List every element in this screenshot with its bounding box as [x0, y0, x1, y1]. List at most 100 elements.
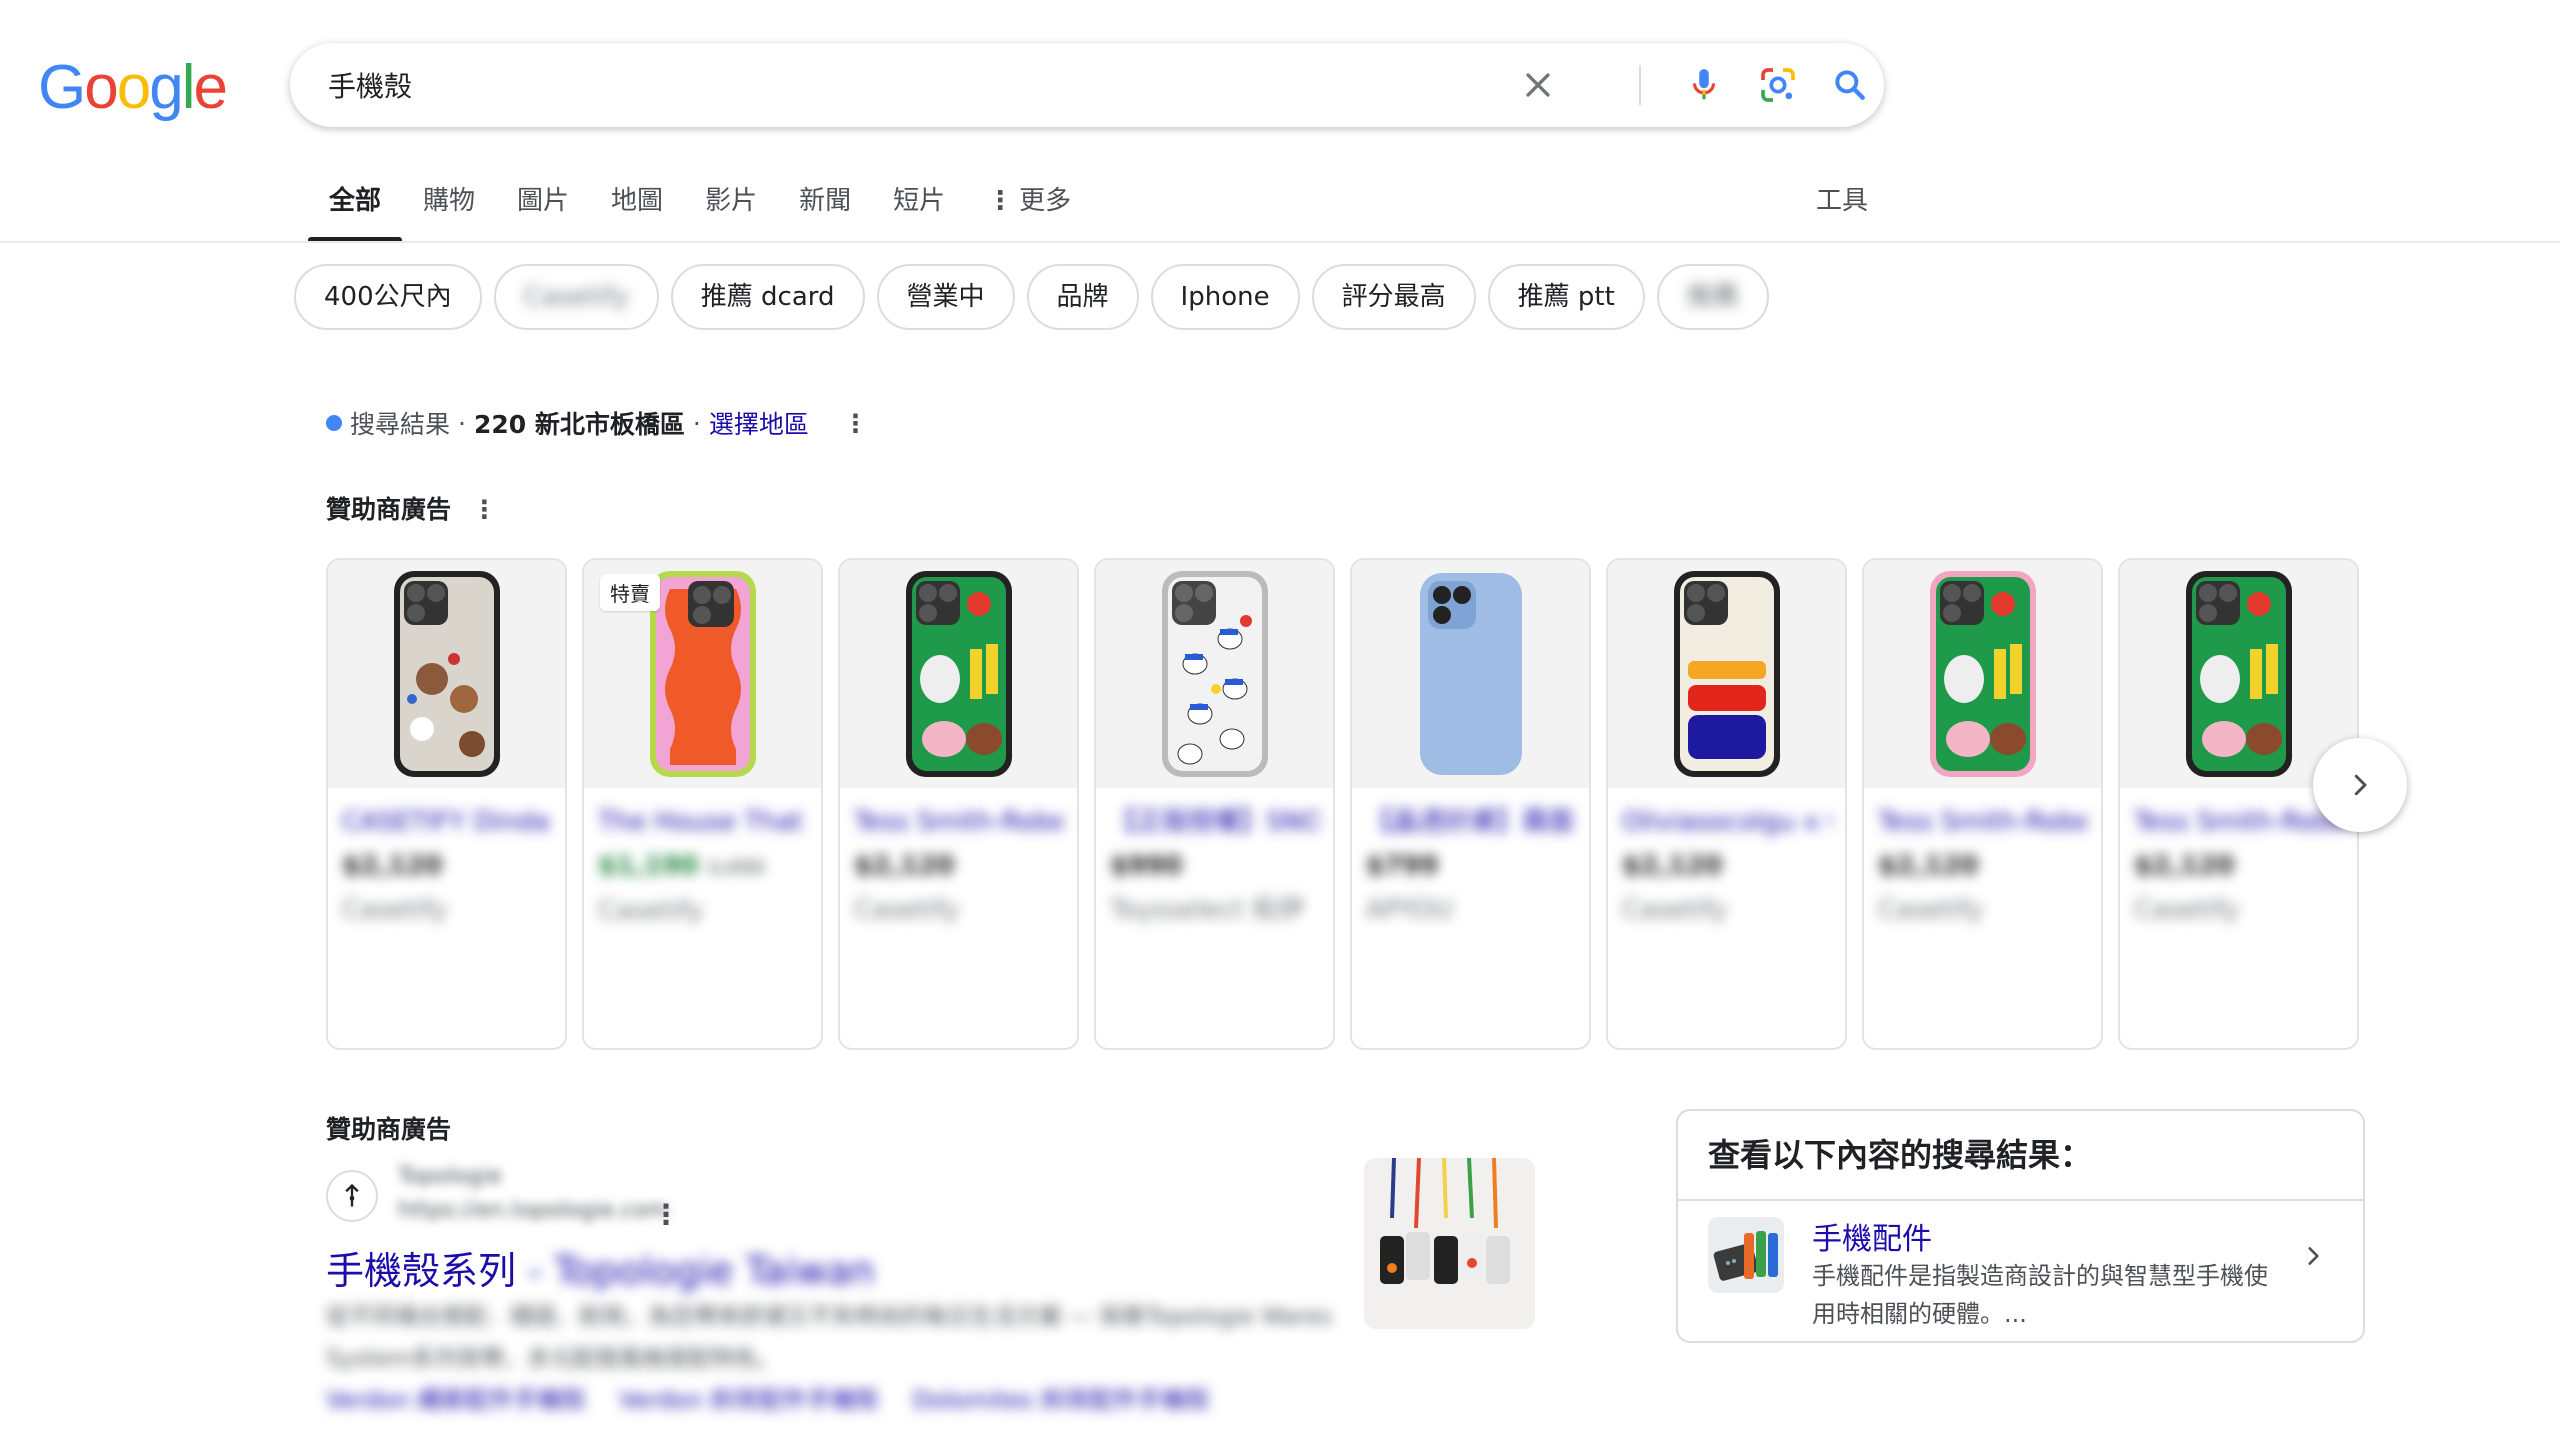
clear-icon[interactable] — [1514, 61, 1562, 109]
product-shop: APYOU — [1366, 895, 1453, 925]
ad-kebab-icon[interactable]: ⋮ — [652, 1198, 680, 1231]
mic-icon[interactable] — [1680, 61, 1728, 109]
sponsored-heading: 贊助商廣告 ⋮ — [326, 495, 497, 524]
tab-more-label: 更多 — [1019, 186, 1072, 216]
chip-recommend[interactable]: 推薦 — [1656, 264, 1769, 330]
ad-sitelink[interactable]: Verdon 斜背配件手機殼 — [619, 1386, 879, 1414]
product-image — [1608, 560, 1845, 788]
product-shop: Casetify — [2134, 895, 2240, 925]
see-results-about-box: 查看以下內容的搜尋結果： 手機配件 手機配件是指製造商設計的與智慧型手機使用時相… — [1676, 1109, 2365, 1343]
product-card[interactable]: Tess Smith-Roberts x... $2,120 Casetify — [1862, 558, 2103, 1050]
chip-casetify[interactable]: Casetify — [493, 264, 659, 330]
tab-maps[interactable]: 地圖 — [590, 178, 684, 242]
product-image — [1096, 560, 1333, 788]
ad-title-main: 手機殼系列 — [326, 1249, 517, 1293]
google-logo[interactable]: Google — [38, 52, 228, 123]
separator: · — [692, 408, 701, 438]
chevron-right-icon — [2354, 774, 2367, 796]
tabs-divider — [0, 241, 2560, 243]
topic-name-link[interactable]: 手機配件 — [1812, 1214, 1932, 1258]
product-image — [2120, 560, 2357, 788]
location-dot-icon — [326, 415, 342, 431]
product-title: 【晶透好膚】霧面透iPhone ... — [1366, 807, 1575, 837]
product-card[interactable]: 【正版授權】SNOOPY史... $990 Toysselect 拓伊 — [1094, 558, 1335, 1050]
ad-site-info[interactable]: Topologie https://en.topologie.com — [398, 1160, 668, 1228]
topic-thumbnail[interactable] — [1708, 1217, 1784, 1293]
product-title: Tess Smith-Roberts x... — [1878, 807, 2087, 837]
product-image — [840, 560, 1077, 788]
location-label: 搜尋結果 — [350, 410, 451, 439]
product-carousel: CASETIFY Dindaeng 熊... $2,120 Casetify 特… — [326, 558, 2359, 1050]
product-original-price: 1,490 — [707, 855, 765, 879]
product-title: The House That Lars Bu... — [598, 807, 807, 837]
tab-videos[interactable]: 影片 — [684, 178, 778, 242]
product-shop: Casetify — [1622, 895, 1728, 925]
product-price: $2,120 — [342, 851, 443, 881]
tab-shopping[interactable]: 購物 — [402, 178, 496, 242]
product-price: $2,120 — [1878, 851, 1979, 881]
location-area: 220 新北市板橋區 — [473, 410, 685, 439]
product-card[interactable]: 【晶透好膚】霧面透iPhone ... $799 APYOU — [1350, 558, 1591, 1050]
ad-sitelink[interactable]: Dolomites 斜背配件手機殼 — [912, 1386, 1209, 1414]
product-image — [328, 560, 565, 788]
tools-button[interactable]: 工具 — [1816, 178, 1868, 224]
product-card[interactable]: Oliviasocolgu x CASETIFY... $2,120 Caset… — [1606, 558, 1847, 1050]
product-shop: Toysselect 拓伊 — [1110, 895, 1304, 925]
chip-open-now[interactable]: 營業中 — [876, 264, 1015, 330]
product-card[interactable]: Tess Smith-Roberts x... $2,120 Casetify — [838, 558, 1079, 1050]
ad-thumbnail[interactable] — [1364, 1158, 1535, 1329]
product-sale-price: $1,190 — [598, 851, 699, 881]
product-shop: Casetify — [854, 895, 960, 925]
tab-more[interactable]: ⋮ 更多 — [966, 178, 1092, 242]
tab-news[interactable]: 新聞 — [778, 178, 872, 242]
product-card[interactable]: 特賣 The House That Lars Bu... $1,190 1,49… — [582, 558, 823, 1050]
ad-site-name: Topologie — [398, 1164, 502, 1189]
tab-all[interactable]: 全部 — [308, 178, 403, 242]
product-title: 【正版授權】SNOOPY史... — [1110, 807, 1319, 837]
chip-dcard[interactable]: 推薦 dcard — [670, 264, 865, 330]
more-kebab-icon: ⋮ — [987, 186, 1014, 216]
product-price: $990 — [1110, 851, 1183, 881]
product-image — [1864, 560, 2101, 788]
product-title: CASETIFY Dindaeng 熊... — [342, 807, 551, 837]
ad-sitelink[interactable]: Verdon 繩索配件手機殼 — [326, 1386, 586, 1414]
refinement-chips: 400公尺內 Casetify 推薦 dcard 營業中 品牌 Iphone 評… — [294, 264, 1769, 330]
sponsored-kebab-icon[interactable]: ⋮ — [472, 495, 497, 524]
search-input[interactable] — [328, 43, 1528, 127]
location-bar: 搜尋結果 · 220 新北市板橋區 · 選擇地區 ⋮ — [326, 405, 868, 441]
topologie-logo-icon — [345, 1183, 359, 1207]
ad-description: 從不同場合搭配．穩固．耐用，為您帶來舒適又不失時尚的每日生活方案 — 探索Top… — [326, 1304, 1332, 1372]
search-icon[interactable] — [1826, 61, 1874, 109]
chip-brand[interactable]: 品牌 — [1026, 264, 1139, 330]
product-shop: Casetify — [598, 896, 704, 926]
site-favicon[interactable] — [326, 1170, 378, 1222]
choose-area-link[interactable]: 選擇地區 — [709, 405, 809, 441]
separator: · — [458, 408, 466, 438]
product-shop: Casetify — [342, 895, 448, 925]
ad-title-rest: - Topologie Taiwan — [516, 1249, 875, 1293]
search-box — [290, 43, 1884, 127]
product-image — [1352, 560, 1589, 788]
sale-badge: 特賣 — [600, 574, 660, 611]
chevron-right-icon[interactable] — [2300, 1243, 2326, 1273]
product-shop: Casetify — [1878, 895, 1984, 925]
product-price: $2,120 — [854, 851, 955, 881]
tab-images[interactable]: 圖片 — [496, 178, 590, 242]
product-title: Tess Smith-Roberts x... — [854, 807, 1063, 837]
tab-shorts[interactable]: 短片 — [872, 178, 966, 242]
chip-iphone[interactable]: Iphone — [1150, 264, 1300, 330]
product-card[interactable]: CASETIFY Dindaeng 熊... $2,120 Casetify — [326, 558, 567, 1050]
chip-ptt[interactable]: 推薦 ptt — [1487, 264, 1645, 330]
chip-400m[interactable]: 400公尺內 — [294, 264, 482, 330]
location-kebab-icon[interactable]: ⋮ — [843, 409, 868, 438]
ad-site-url: https://en.topologie.com — [398, 1198, 669, 1223]
chip-top-rated[interactable]: 評分最高 — [1311, 264, 1476, 330]
ad-title-link[interactable]: 手機殼系列 - Topologie Taiwan — [326, 1240, 874, 1295]
product-title: Oliviasocolgu x CASETIFY... — [1622, 807, 1831, 837]
product-title: Tess Smith-Roberts x... — [2134, 807, 2343, 837]
carousel-next-button[interactable] — [2313, 738, 2407, 832]
lens-icon[interactable] — [1754, 61, 1802, 109]
product-price: $1,190 1,490 — [598, 844, 807, 889]
topic-description: 手機配件是指製造商設計的與智慧型手機使用時相關的硬體。... — [1812, 1262, 2268, 1328]
ad-sitelinks: Verdon 繩索配件手機殼 Verdon 斜背配件手機殼 Dolomites … — [326, 1380, 1209, 1415]
